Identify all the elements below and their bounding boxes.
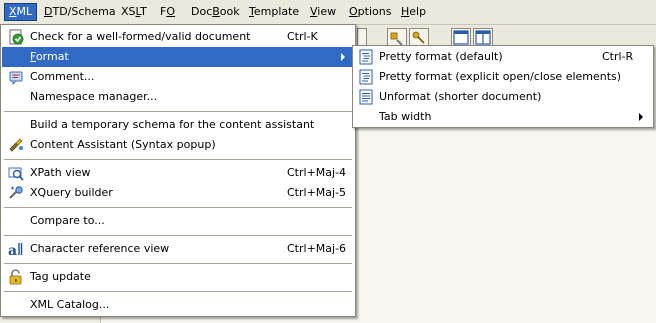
content-assistant-label: Content Assistant (Syntax popup) [30,138,216,151]
menu-docbook-mnemonic: B [212,5,220,18]
menu-separator [4,291,352,292]
key-icon [412,31,425,44]
format-submenu: Pretty format (default) Ctrl-R Pretty fo… [352,45,654,128]
xpath-view-shortcut: Ctrl+Maj-4 [287,166,347,179]
menu-item-tag-update[interactable]: Tag update [2,267,354,287]
menu-item-pretty-format-explicit[interactable]: Pretty format (explicit open/close eleme… [354,67,652,87]
check-document-icon [8,29,24,45]
pretty-format-shortcut: Ctrl-R [602,50,634,63]
split-view-icon [475,30,491,45]
tab-width-label: Tab width [379,110,432,123]
menu-view-label: iew [317,5,337,18]
toolbar [355,25,656,47]
xml-dropdown-menu: Check for a well-formed/valid document C… [0,24,356,317]
menu-separator [4,159,352,160]
unformat-document-icon [358,89,374,105]
pretty-format-explicit-label: Pretty format (explicit open/close eleme… [379,70,622,83]
format-document-icon [358,49,374,65]
menu-item-xquery-builder[interactable]: XQuery builder Ctrl+Maj-5 [2,183,354,203]
window-icon [453,30,469,45]
menu-dtd-label: TD/Schema [52,5,116,18]
menu-docbook-rest: ook [219,5,240,18]
menu-separator [4,235,352,236]
menu-separator [4,207,352,208]
character-reference-label: Character reference view [30,242,170,255]
menu-xslt[interactable]: XSLT [117,3,151,21]
menu-separator [4,111,352,112]
format-rest: ormat [35,50,69,63]
menu-xslt-pre: XS [121,5,136,18]
format-document-icon [358,69,374,85]
submenu-arrow-icon [639,113,643,121]
menu-docbook-pre: Doc [191,5,213,18]
menu-view[interactable]: View [306,3,340,21]
menu-xml-label: ML [16,5,33,18]
menu-xslt-rest: T [140,5,147,18]
content-assistant-icon [8,137,24,153]
menu-item-xml-catalog[interactable]: XML Catalog... [2,295,354,315]
menu-docbook[interactable]: DocBook [187,3,244,21]
menu-item-format[interactable]: Format [2,47,354,67]
format-label: Format [30,47,69,67]
tag-update-label: Tag update [30,270,91,283]
menu-separator [4,263,352,264]
svg-text:a: a [8,243,17,257]
comment-label: Comment... [30,70,95,83]
xquery-builder-label: XQuery builder [30,186,113,199]
menu-help[interactable]: Help [397,3,430,21]
menu-template-label: emplate [253,5,300,18]
menu-bar: XML DTD/Schema XSLT FO DocBook Template … [0,0,656,25]
menu-options-mnemonic: O [349,5,358,18]
xquery-builder-icon [8,185,24,201]
character-reference-shortcut: Ctrl+Maj-6 [287,242,347,255]
namespace-manager-label: Namespace manager... [30,90,158,103]
menu-fo[interactable]: FO [156,3,179,21]
submenu-arrow-icon [341,53,345,61]
xpath-view-label: XPath view [30,166,91,179]
menu-item-character-reference[interactable]: a Character reference view Ctrl+Maj-6 [2,239,354,259]
xquery-builder-shortcut: Ctrl+Maj-5 [287,186,347,199]
character-reference-icon: a [8,241,24,259]
unformat-label: Unformat (shorter document) [379,90,542,103]
menu-item-xpath-view[interactable]: XPath view Ctrl+Maj-4 [2,163,354,183]
menu-item-namespace-manager[interactable]: Namespace manager... [2,87,354,107]
menu-options[interactable]: Options [345,3,395,21]
menu-item-unformat[interactable]: Unformat (shorter document) [354,87,652,107]
menu-item-tab-width[interactable]: Tab width [354,107,652,127]
menu-item-content-assistant[interactable]: Content Assistant (Syntax popup) [2,135,354,155]
xml-catalog-label: XML Catalog... [30,298,110,311]
menu-options-label: ptions [357,5,392,18]
build-schema-label: Build a temporary schema for the content… [30,118,315,131]
menu-item-pretty-format[interactable]: Pretty format (default) Ctrl-R [354,47,652,67]
menu-item-check-document[interactable]: Check for a well-formed/valid document C… [2,27,354,47]
menu-template[interactable]: Template [245,3,303,21]
padlock-icon [8,269,24,285]
menu-xml[interactable]: XML [4,3,38,21]
menu-item-build-schema[interactable]: Build a temporary schema for the content… [2,115,354,135]
check-document-shortcut: Ctrl-K [287,30,318,43]
menu-item-comment[interactable]: Comment... [2,67,354,87]
pretty-format-label: Pretty format (default) [379,50,503,63]
menu-item-compare-to[interactable]: Compare to... [2,211,354,231]
menu-dtd-schema[interactable]: DTD/Schema [40,3,120,21]
tools-icon [390,32,403,46]
menu-help-label: elp [409,5,427,18]
menu-xml-mnemonic: X [9,5,17,18]
xpath-icon [8,165,24,181]
menu-fo-mnemonic: O [166,5,175,18]
comment-icon [8,69,24,86]
compare-to-label: Compare to... [30,214,105,227]
check-document-label: Check for a well-formed/valid document [30,30,251,43]
